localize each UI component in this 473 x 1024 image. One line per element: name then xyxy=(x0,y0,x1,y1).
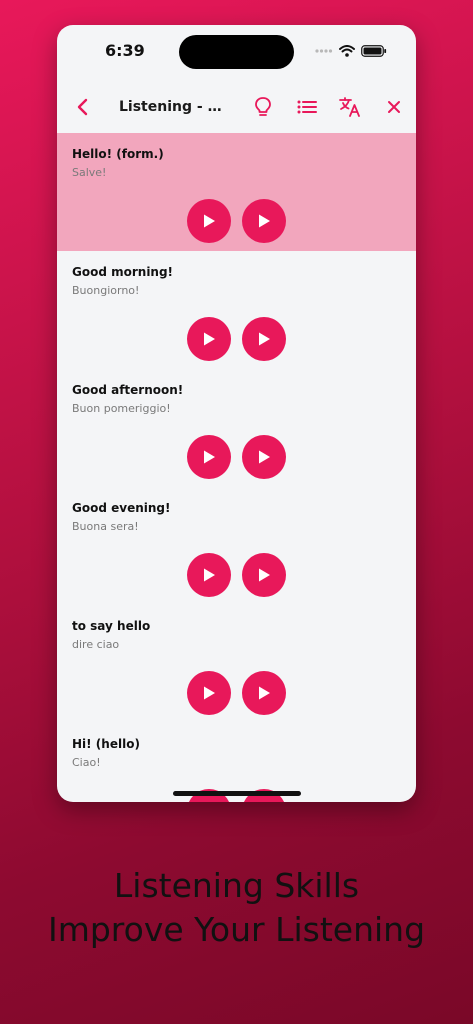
translation-text: Ciao! xyxy=(72,756,101,769)
status-time: 6:39 xyxy=(105,41,145,60)
list-item[interactable]: to say hello dire ciao xyxy=(57,605,416,723)
play-phrase-button[interactable] xyxy=(187,671,231,715)
phrase-text: Good afternoon! xyxy=(72,383,184,397)
close-button[interactable] xyxy=(376,89,412,125)
phone-frame: 6:39 Listening - To... Hello! (form.) Sa… xyxy=(57,25,416,802)
phrase-text: Good morning! xyxy=(72,265,174,279)
caption-title: Listening Skills xyxy=(113,866,360,905)
wifi-icon xyxy=(339,45,355,57)
play-phrase-button[interactable] xyxy=(187,553,231,597)
play-icon xyxy=(204,214,215,228)
close-icon xyxy=(388,101,400,113)
lightbulb-icon xyxy=(255,97,271,116)
list-button[interactable] xyxy=(289,89,325,125)
play-icon xyxy=(259,568,270,582)
play-controls xyxy=(187,553,286,597)
list-item[interactable]: Good afternoon! Buon pomeriggio! xyxy=(57,369,416,487)
back-chevron-icon xyxy=(77,98,88,116)
play-translation-button[interactable] xyxy=(242,199,286,243)
translation-text: Buon pomeriggio! xyxy=(72,402,171,415)
phrase-text: Hi! (hello) xyxy=(72,737,140,751)
play-icon xyxy=(204,450,215,464)
back-button[interactable] xyxy=(65,89,101,125)
play-icon xyxy=(259,686,270,700)
play-controls xyxy=(187,671,286,715)
translation-text: dire ciao xyxy=(72,638,120,651)
play-controls xyxy=(187,317,286,361)
play-translation-button[interactable] xyxy=(242,553,286,597)
play-icon xyxy=(259,214,270,228)
page-title: Listening - To... xyxy=(119,99,229,115)
phrase-text: to say hello xyxy=(72,619,151,633)
play-icon xyxy=(204,332,215,346)
translation-text: Buongiorno! xyxy=(72,284,140,297)
translate-icon xyxy=(339,97,360,117)
translation-text: Salve! xyxy=(72,166,107,179)
translation-text: Buona sera! xyxy=(72,520,139,533)
status-bar: 6:39 xyxy=(57,25,416,81)
list-icon xyxy=(297,100,317,114)
play-icon xyxy=(259,450,270,464)
play-icon xyxy=(204,568,215,582)
list-item[interactable]: Good morning! Buongiorno! xyxy=(57,251,416,369)
hint-button[interactable] xyxy=(245,89,281,125)
play-phrase-button[interactable] xyxy=(187,435,231,479)
caption-subtitle: Improve Your Listening xyxy=(47,910,426,949)
list-item[interactable]: Hello! (form.) Salve! xyxy=(57,133,416,251)
play-phrase-button[interactable] xyxy=(187,199,231,243)
play-translation-button[interactable] xyxy=(242,317,286,361)
play-controls xyxy=(187,435,286,479)
nav-bar: Listening - To... xyxy=(57,81,416,133)
play-translation-button[interactable] xyxy=(242,435,286,479)
signal-icon xyxy=(315,49,333,53)
list-item[interactable]: Good evening! Buona sera! xyxy=(57,487,416,605)
status-icons xyxy=(315,43,387,59)
dynamic-island xyxy=(179,35,294,69)
play-phrase-button[interactable] xyxy=(187,317,231,361)
battery-icon xyxy=(361,45,387,57)
phrase-text: Good evening! xyxy=(72,501,171,515)
translate-button[interactable] xyxy=(332,89,368,125)
play-icon xyxy=(204,686,215,700)
play-translation-button[interactable] xyxy=(242,671,286,715)
home-indicator[interactable] xyxy=(173,791,301,796)
phrase-list: Hello! (form.) Salve! Good morning! Buon… xyxy=(57,133,416,802)
play-icon xyxy=(259,332,270,346)
play-controls xyxy=(187,199,286,243)
phrase-text: Hello! (form.) xyxy=(72,147,164,161)
